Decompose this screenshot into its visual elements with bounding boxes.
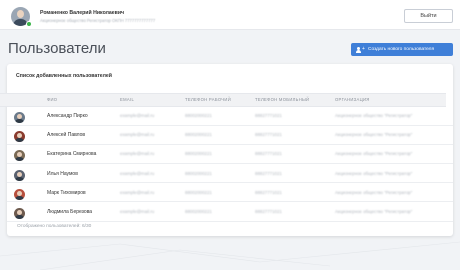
row-mobile-phone: 88827771021 xyxy=(255,189,282,195)
row-email: example@mail.ru xyxy=(120,113,155,118)
row-mobile-phone: 88827771021 xyxy=(255,151,282,157)
table-row[interactable]: Александр Пирко example@mail.ru 8800200022… xyxy=(7,107,453,126)
column-header-mobile-phone[interactable]: ТЕЛЕФОН МОБИЛЬНЫЙ xyxy=(255,94,309,106)
row-name[interactable]: Алексей Павлов xyxy=(47,126,85,144)
row-email: example@mail.ru xyxy=(120,170,155,176)
create-user-button-label: Создать нового пользователя xyxy=(368,47,435,52)
user-avatar xyxy=(14,112,25,123)
row-work-phone: 88002000221 xyxy=(185,132,212,138)
card-title: Список добавленных пользователей xyxy=(16,73,112,79)
row-mobile-phone: 88827771021 xyxy=(255,113,282,118)
table-header: ФИО EMAIL ТЕЛЕФОН РАБОЧИЙ ТЕЛЕФОН МОБИЛЬ… xyxy=(0,93,446,107)
row-name[interactable]: Илья Наумов xyxy=(47,165,78,183)
row-work-phone: 88002000221 xyxy=(185,170,212,176)
row-work-phone: 88002000221 xyxy=(185,209,212,214)
table-row[interactable]: Людмила Березова example@mail.ru 880020002… xyxy=(7,203,453,222)
row-mobile-phone: 88827771021 xyxy=(255,209,282,214)
row-organization: Акционерное общество "Регистратор" xyxy=(335,189,413,195)
create-user-button[interactable]: + Создать нового пользователя xyxy=(351,43,453,56)
current-user-name: Романенко Валерий Николаевич xyxy=(40,10,125,16)
table-row[interactable]: Илья Наумов example@mail.ru 88002000221 888… xyxy=(7,165,453,184)
row-name[interactable]: Людмила Березова xyxy=(47,203,92,221)
row-organization: Акционерное общество "Регистратор" xyxy=(335,113,413,118)
row-name[interactable]: Марк Тихомиров xyxy=(47,184,86,202)
row-work-phone: 88002000221 xyxy=(185,151,212,157)
row-email: example@mail.ru xyxy=(120,151,155,157)
row-name[interactable]: Александр Пирко xyxy=(47,107,88,125)
row-work-phone: 88002000221 xyxy=(185,113,212,118)
top-bar: Романенко Валерий Николаевич Акционерное… xyxy=(0,0,460,30)
background-decoration xyxy=(0,241,460,270)
row-work-phone: 88002000221 xyxy=(185,189,212,195)
table-row[interactable]: Алексей Павлов example@mail.ru 88002000221… xyxy=(7,126,453,145)
user-avatar xyxy=(14,150,25,162)
column-header-email[interactable]: EMAIL xyxy=(120,94,134,106)
table-row[interactable]: Екатерина Смирнова example@mail.ru 8800200… xyxy=(7,145,453,164)
add-user-icon: + xyxy=(356,46,365,53)
user-avatar xyxy=(14,131,25,143)
row-email: example@mail.ru xyxy=(120,209,155,214)
online-status-icon xyxy=(26,21,32,27)
column-header-work-phone[interactable]: ТЕЛЕФОН РАБОЧИЙ xyxy=(185,94,231,106)
user-avatar xyxy=(14,208,25,219)
table-row[interactable]: Марк Тихомиров example@mail.ru 88002000221… xyxy=(7,184,453,203)
row-mobile-phone: 88827771021 xyxy=(255,170,282,176)
current-user-org: Акционерное общество Регистратор ОКПН 77… xyxy=(40,18,156,23)
logout-button[interactable]: Выйти xyxy=(404,9,453,23)
column-header-organization[interactable]: ОРГАНИЗАЦИЯ xyxy=(335,94,370,106)
user-avatar xyxy=(14,169,25,181)
page-title: Пользователи xyxy=(8,40,106,57)
column-header-name[interactable]: ФИО xyxy=(47,94,57,106)
row-email: example@mail.ru xyxy=(120,132,155,138)
row-name[interactable]: Екатерина Смирнова xyxy=(47,145,96,163)
row-organization: Акционерное общество "Регистратор" xyxy=(335,209,413,214)
row-mobile-phone: 88827771021 xyxy=(255,132,282,138)
row-organization: Акционерное общество "Регистратор" xyxy=(335,170,413,176)
row-email: example@mail.ru xyxy=(120,189,155,195)
row-organization: Акционерное общество "Регистратор" xyxy=(335,151,413,157)
user-avatar xyxy=(14,188,25,200)
users-count: Отображено пользователей: 6/30 xyxy=(17,224,92,229)
row-organization: Акционерное общество "Регистратор" xyxy=(335,132,413,138)
